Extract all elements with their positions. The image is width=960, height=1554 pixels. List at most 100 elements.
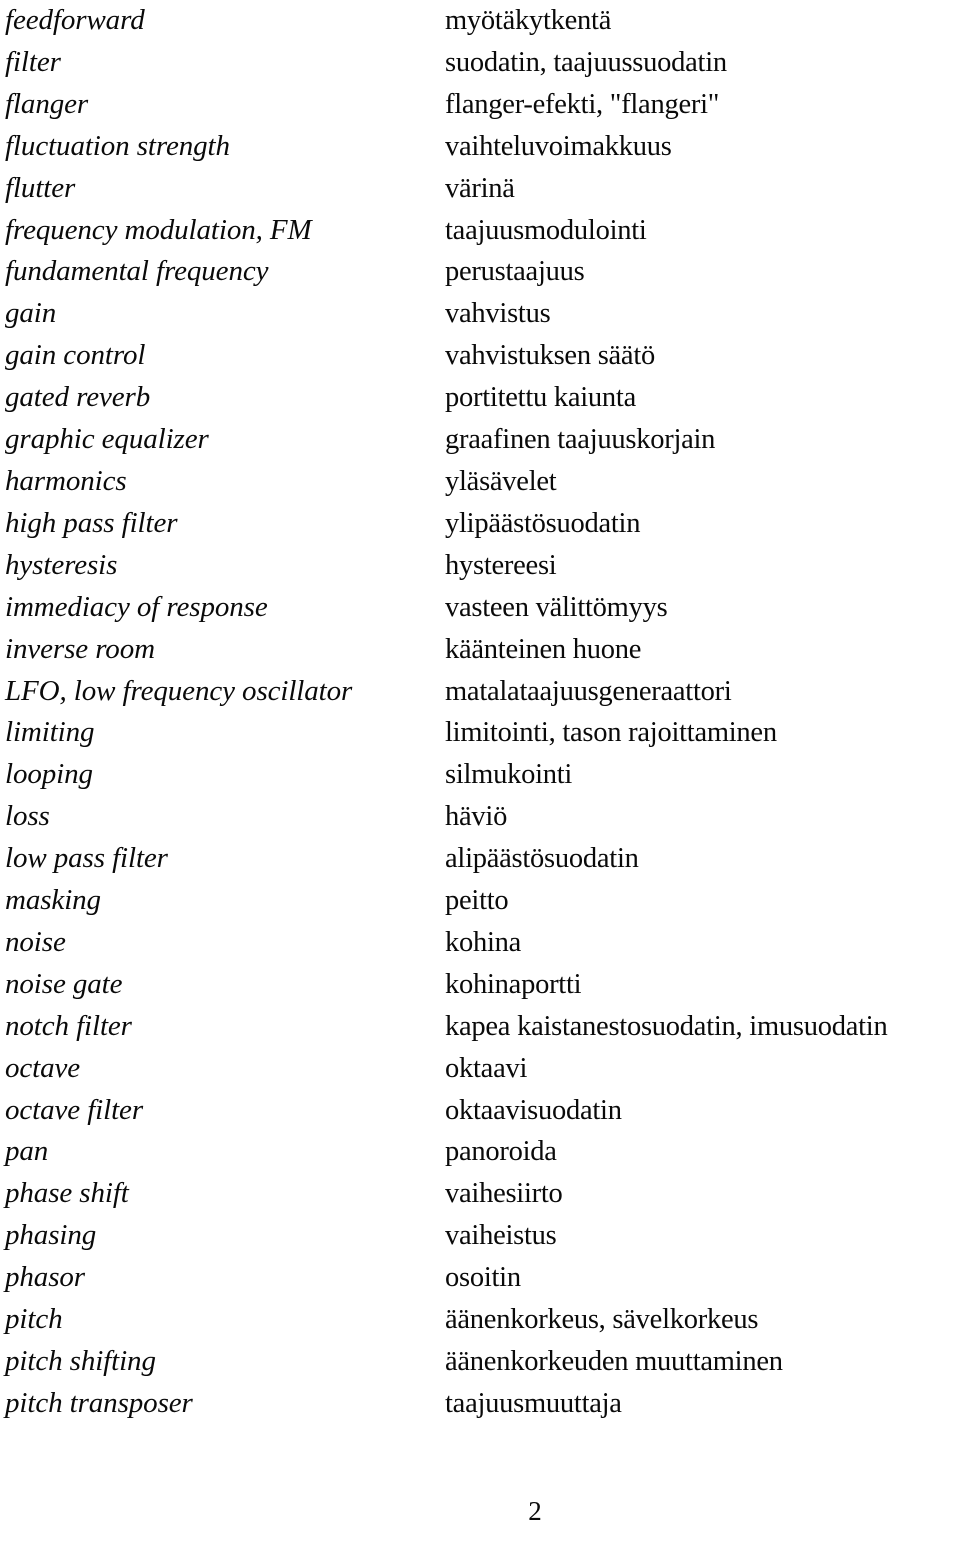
glossary-row: pan panoroida <box>5 1131 960 1173</box>
glossary-term: immediacy of response <box>5 590 268 623</box>
glossary-row: fluctuation strength vaihteluvoimakkuus <box>5 126 960 168</box>
glossary-term: filter <box>5 45 61 78</box>
glossary-translation: äänenkorkeus, sävelkorkeus <box>445 1304 759 1336</box>
glossary-row: flutter värinä <box>5 168 960 210</box>
glossary-row: phase shift vaihesiirto <box>5 1173 960 1215</box>
glossary-term: gated reverb <box>5 381 151 414</box>
glossary-row: hysteresis hystereesi <box>5 545 960 587</box>
glossary-term: pitch shifting <box>5 1345 156 1377</box>
glossary-term: pan <box>5 1135 49 1168</box>
glossary-translation: taajuusmuuttaja <box>445 1387 622 1419</box>
glossary-term: looping <box>5 758 93 791</box>
glossary-term: octave <box>5 1051 81 1084</box>
glossary-translation: portitettu kaiunta <box>445 382 636 414</box>
glossary-term: noise <box>5 925 66 958</box>
glossary-row: inverse room käänteinen huone <box>5 629 960 671</box>
glossary-translation: vaihesiirto <box>445 1178 563 1210</box>
glossary-translation: kohina <box>445 926 522 958</box>
glossary-term: phasing <box>5 1219 97 1252</box>
glossary-translation: kapea kaistanestosuodatin, imusuodatin <box>445 1010 888 1042</box>
glossary-translation: vahvistuksen säätö <box>445 340 656 372</box>
glossary-row: LFO, low frequency oscillator matalataaju… <box>5 671 960 713</box>
glossary-translation: värinä <box>445 172 515 204</box>
glossary-table: feedforward myötäkytkentä filter suodatin, … <box>5 0 960 1425</box>
glossary-translation: äänenkorkeuden muuttaminen <box>445 1346 783 1377</box>
glossary-term: phase shift <box>5 1177 129 1210</box>
glossary-row: octave oktaavi <box>5 1048 960 1090</box>
glossary-table-body: feedforward myötäkytkentä filter suodatin, … <box>5 0 960 1425</box>
glossary-row: limiting limitointi, tason rajoittaminen <box>5 712 960 754</box>
glossary-row: phasing vaiheistus <box>5 1215 960 1257</box>
glossary-row: frequency modulation, FM taajuusmoduloint… <box>5 210 960 252</box>
glossary-row: harmonics yläsävelet <box>5 461 960 503</box>
glossary-row: graphic equalizer graafinen taajuuskorjai… <box>5 419 960 461</box>
glossary-term: fluctuation strength <box>5 129 230 162</box>
glossary-translation: matalataajuusgeneraattori <box>445 675 732 707</box>
glossary-translation: taajuusmodulointi <box>445 214 647 246</box>
glossary-row: noise kohina <box>5 922 960 964</box>
glossary-term: graphic equalizer <box>5 423 209 456</box>
glossary-translation: vahvistus <box>445 298 551 330</box>
glossary-row: noise gate kohinaportti <box>5 964 960 1006</box>
glossary-term: flanger <box>5 87 89 120</box>
glossary-row: masking peitto <box>5 880 960 922</box>
glossary-term: notch filter <box>5 1009 132 1042</box>
glossary-term: inverse room <box>5 632 155 665</box>
glossary-term: noise gate <box>5 967 123 1000</box>
glossary-translation: suodatin, taajuussuodatin <box>445 46 727 78</box>
glossary-translation: yläsävelet <box>445 465 557 497</box>
glossary-translation: alipäästösuodatin <box>445 843 639 875</box>
glossary-row: looping silmukointi <box>5 754 960 796</box>
glossary-row: gain control vahvistuksen säätö <box>5 335 960 377</box>
glossary-term: limiting <box>5 716 95 749</box>
glossary-row: phasor osoitin <box>5 1257 960 1299</box>
glossary-row: gain vahvistus <box>5 293 960 335</box>
glossary-row: feedforward myötäkytkentä <box>5 0 960 42</box>
glossary-term: phasor <box>5 1261 85 1294</box>
glossary-translation: vaiheistus <box>445 1220 557 1252</box>
glossary-translation: oktaavi <box>445 1052 528 1084</box>
glossary-translation: vasteen välittömyys <box>445 591 668 623</box>
glossary-row: notch filter kapea kaistanestosuodatin, i… <box>5 1006 960 1048</box>
glossary-translation: käänteinen huone <box>445 633 642 665</box>
glossary-translation: panoroida <box>445 1136 557 1168</box>
glossary-row: pitch transposer taajuusmuuttaja <box>5 1383 960 1425</box>
glossary-term: flutter <box>5 171 76 204</box>
glossary-row: high pass filter ylipäästösuodatin <box>5 503 960 545</box>
glossary-term: masking <box>5 884 101 917</box>
glossary-row: low pass filter alipäästösuodatin <box>5 838 960 880</box>
glossary-term: frequency modulation, FM <box>5 213 312 246</box>
glossary-translation: silmukointi <box>445 759 573 791</box>
glossary-translation: osoitin <box>445 1262 521 1294</box>
glossary-translation: perustaajuus <box>445 256 585 288</box>
glossary-row: flanger flanger-efekti, "flangeri" <box>5 84 960 126</box>
glossary-term: hysteresis <box>5 548 118 581</box>
glossary-term: LFO, low frequency oscillator <box>5 674 353 707</box>
glossary-term: pitch transposer <box>5 1386 193 1419</box>
glossary-row: filter suodatin, taajuussuodatin <box>5 42 960 84</box>
glossary-row: immediacy of response vasteen välittömyys <box>5 587 960 629</box>
glossary-translation: hystereesi <box>445 549 557 581</box>
glossary-row: gated reverb portitettu kaiunta <box>5 377 960 419</box>
glossary-translation: myötäkytkentä <box>445 5 612 36</box>
page-number: 2 <box>528 1496 542 1526</box>
glossary-translation: flanger-efekti, "flangeri" <box>445 88 720 120</box>
glossary-translation: kohinaportti <box>445 968 582 1000</box>
glossary-term: gain <box>5 297 57 330</box>
glossary-term: pitch <box>5 1303 63 1336</box>
glossary-row: octave filter oktaavisuodatin <box>5 1090 960 1132</box>
glossary-term: octave filter <box>5 1093 144 1126</box>
glossary-term: harmonics <box>5 464 127 497</box>
glossary-term: low pass filter <box>5 842 168 875</box>
glossary-term: high pass filter <box>5 506 178 539</box>
glossary-row: loss häviö <box>5 796 960 838</box>
glossary-translation: graafinen taajuuskorjain <box>445 424 716 456</box>
glossary-translation: vaihteluvoimakkuus <box>445 130 672 162</box>
glossary-page: feedforward myötäkytkentä filter suodatin, … <box>0 0 960 1554</box>
glossary-translation: ylipäästösuodatin <box>445 507 641 539</box>
glossary-translation: peitto <box>445 885 509 917</box>
glossary-translation: oktaavisuodatin <box>445 1094 622 1126</box>
glossary-row: pitch shifting äänenkorkeuden muuttaminen <box>5 1341 960 1383</box>
glossary-term: fundamental frequency <box>5 255 269 288</box>
glossary-term: gain control <box>5 339 146 372</box>
